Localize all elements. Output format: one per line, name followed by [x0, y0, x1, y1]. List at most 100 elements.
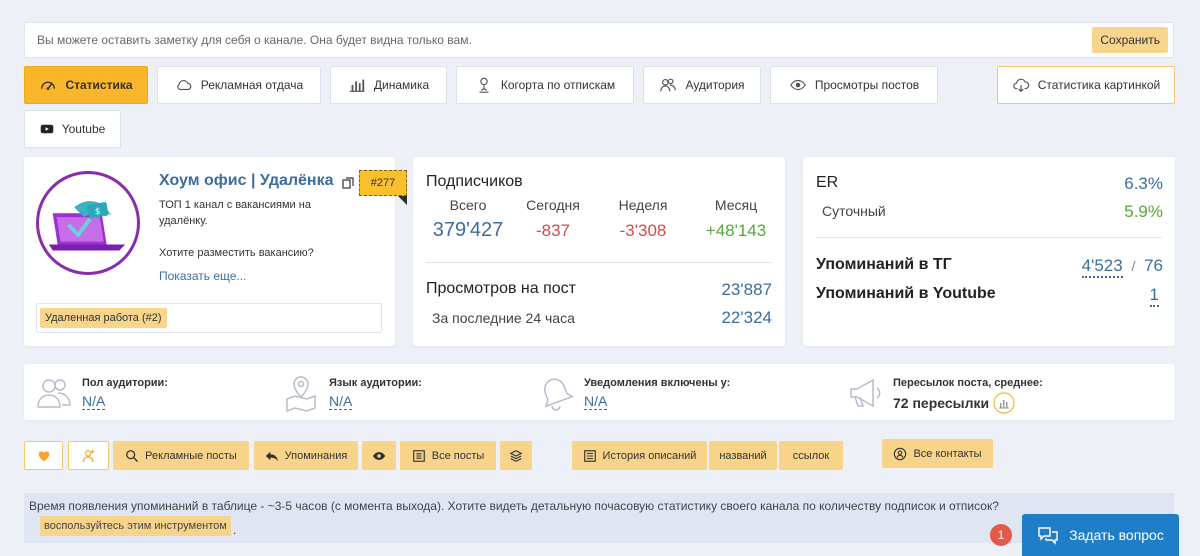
reply-icon [265, 451, 278, 461]
add-user-button[interactable] [68, 441, 109, 470]
eye-icon [372, 451, 386, 460]
names-history-button[interactable]: названий [709, 441, 777, 470]
rank-badge[interactable]: #277 [359, 170, 407, 196]
speedometer-icon [41, 81, 56, 90]
all-posts-button[interactable]: Все посты [400, 441, 496, 470]
tab-stats-image[interactable]: Статистика картинкой [997, 66, 1175, 104]
tab-audience[interactable]: Аудитория [643, 66, 761, 104]
notice-period: . [233, 523, 237, 537]
layers-button[interactable] [500, 441, 532, 470]
info-label: Пол аудитории: [82, 377, 168, 389]
bar-chart-icon [349, 79, 365, 92]
tg-mentions-label: Упоминаний в ТГ [816, 256, 952, 273]
channel-avatar[interactable]: $ [36, 171, 140, 275]
tab-youtube[interactable]: Youtube [24, 110, 121, 148]
document-list-icon [583, 449, 596, 462]
cloud-download-icon [1013, 78, 1029, 93]
tab-dynamics[interactable]: Динамика [330, 66, 447, 104]
notice-tool-link[interactable]: воспользуйтесь этим инструментом [40, 516, 231, 536]
audience-gender: Пол аудитории: N/A [34, 373, 168, 413]
info-label: Язык аудитории: [329, 377, 422, 389]
ask-question-label: Задать вопрос [1069, 527, 1164, 543]
view-mentions-button[interactable] [362, 441, 396, 470]
yt-mentions-values: 1 [1149, 285, 1159, 307]
button-label: Упоминания [284, 449, 348, 462]
views-value: 23'887 [721, 280, 772, 299]
views-title: Просмотров на пост [426, 280, 576, 297]
stat-value: -837 [535, 221, 571, 240]
tg-mentions-separator: / [1131, 258, 1136, 274]
tab-label: Динамика [373, 78, 430, 92]
rank-badge-tail [398, 196, 407, 205]
yt-mentions-value[interactable]: 1 [1149, 285, 1159, 307]
daily-er-value: 5.9% [1124, 202, 1163, 221]
description-history-button[interactable]: История описаний [572, 441, 707, 470]
unread-badge[interactable]: 1 [990, 524, 1012, 546]
last24-label: За последние 24 часа [432, 310, 575, 326]
description-line: Хотите разместить вакансию? [159, 247, 314, 259]
stat-total: Всего 379'427 [423, 197, 513, 242]
description-line: ТОП 1 канал с вакансиями на удалёнку. [159, 199, 311, 227]
list-icon [412, 449, 425, 462]
mentions-button[interactable]: Упоминания [254, 441, 358, 470]
tg-mentions-secondary: 76 [1144, 256, 1163, 275]
heart-icon [38, 450, 49, 461]
ask-question-button[interactable]: Задать вопрос [1022, 514, 1179, 556]
tab-label: Рекламная отдача [200, 78, 304, 92]
subscribers-card: Подписчиков Всего 379'427 Сегодня -837 Н… [413, 157, 785, 346]
favorite-button[interactable] [24, 441, 63, 470]
button-label: названий [719, 449, 767, 462]
eye-icon [789, 79, 806, 91]
all-contacts-button[interactable]: Все контакты [882, 439, 993, 468]
map-pin-icon [286, 376, 316, 413]
category-tags: Удаленная работа (#2) [36, 303, 382, 333]
show-more-link[interactable]: Показать еще... [159, 269, 246, 283]
megaphone-icon [850, 378, 881, 408]
tab-cohort[interactable]: Когорта по отпискам [456, 66, 634, 104]
tab-statistics[interactable]: Статистика [24, 66, 148, 104]
layers-icon [509, 449, 523, 462]
info-value[interactable]: N/A [329, 394, 353, 410]
info-label: Уведомления включены у: [584, 377, 731, 389]
tab-label: Youtube [61, 122, 106, 136]
category-tag[interactable]: Удаленная работа (#2) [40, 308, 167, 328]
engagement-card: ER 6.3% Суточный 5.9% Упоминаний в ТГ 4'… [803, 157, 1175, 346]
button-label: ссылок [792, 449, 830, 462]
tab-ad-return[interactable]: Рекламная отдача [157, 66, 321, 104]
chat-bubbles-icon [1038, 527, 1058, 545]
info-label: Пересылок поста, среднее: [893, 377, 1043, 389]
add-user-icon [82, 449, 94, 462]
tab-post-views[interactable]: Просмотры постов [770, 66, 938, 104]
channel-card: $ Хоум офис | Удалёнка #277 ТОП 1 канал … [24, 157, 407, 346]
user-pin-icon [479, 77, 489, 93]
users-icon [37, 379, 71, 408]
channel-name[interactable]: Хоум офис | Удалёнка [159, 172, 334, 190]
forwards-row: 72 пересылки [893, 392, 1043, 414]
subscribers-title: Подписчиков [426, 173, 523, 190]
chart-icon[interactable] [993, 392, 1015, 414]
ad-posts-button[interactable]: Рекламные посты [113, 441, 249, 470]
search-icon [126, 449, 139, 462]
tab-label: Аудитория [685, 78, 745, 92]
note-input[interactable] [37, 33, 1173, 47]
copy-icon[interactable] [342, 177, 354, 189]
save-button[interactable]: Сохранить [1092, 27, 1168, 53]
stat-value: 379'427 [432, 219, 504, 241]
links-history-button[interactable]: ссылок [779, 441, 843, 470]
button-label: История описаний [602, 449, 697, 462]
stat-label: Месяц [714, 197, 758, 213]
stat-value: -3'308 [619, 221, 667, 240]
stat-month: Месяц +48'143 [693, 197, 779, 241]
tab-label: Статистика [65, 78, 133, 92]
bell-icon [544, 378, 574, 411]
info-value[interactable]: N/A [584, 394, 608, 410]
tg-mentions-value[interactable]: 4'523 [1081, 256, 1123, 278]
info-value[interactable]: N/A [82, 394, 106, 410]
button-label: Все посты [431, 449, 485, 462]
stat-label: Неделя [618, 197, 668, 213]
tab-label: Статистика картинкой [1037, 78, 1161, 92]
audience-notifications: Уведомления включены у: N/A [536, 373, 730, 413]
button-label: Все контакты [913, 447, 982, 460]
divider [426, 262, 772, 263]
audience-language: Язык аудитории: N/A [281, 373, 422, 413]
